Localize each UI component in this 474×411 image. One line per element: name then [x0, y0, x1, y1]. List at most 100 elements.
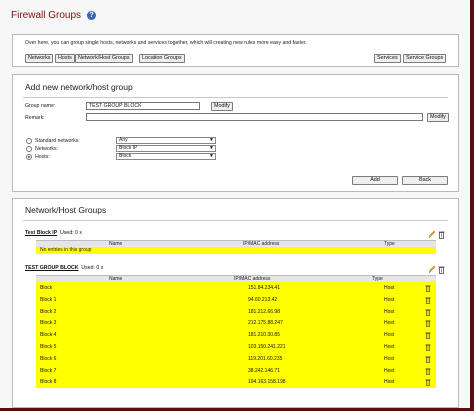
row-type: Host [384, 320, 395, 327]
trash-icon[interactable] [438, 230, 445, 239]
divider [23, 220, 448, 221]
location-groups-button[interactable]: Location Groups [139, 54, 185, 63]
group-table: Name IP/MAC address Type Block 151.84.234… [36, 275, 436, 389]
trash-icon[interactable] [425, 331, 431, 339]
row-name: Block 8 [40, 379, 57, 386]
trash-icon[interactable] [425, 284, 431, 292]
firewall-groups-page: Firewall Groups ? Over here, you can gro… [0, 0, 474, 411]
group-name-input[interactable]: TEST GROUP BLOCK [86, 102, 200, 110]
row-address: 94.60.213.42 [248, 296, 278, 303]
hosts-radio[interactable] [26, 154, 32, 160]
hosts-value: Block [119, 153, 132, 159]
networks-label: Networks: [35, 146, 59, 152]
row-type: Host [384, 367, 395, 374]
hosts-button[interactable]: Hosts [55, 54, 75, 63]
row-address: 151.84.234.41 [248, 285, 280, 291]
trash-icon[interactable] [425, 319, 431, 328]
row-type: Host [384, 296, 395, 303]
add-group-title: Add new network/host group [25, 82, 133, 92]
networks-value: Block IP [119, 145, 138, 151]
trash-icon[interactable] [425, 308, 431, 316]
group-name-link[interactable]: TEST GROUP BLOCK [25, 265, 79, 271]
groups-title: Network/Host Groups [25, 205, 107, 215]
table-header: Name IP/MAC address Type [36, 275, 436, 282]
row-type: Host [384, 308, 395, 315]
row-type: Host [384, 332, 395, 339]
row-name: Block 4 [40, 332, 57, 339]
groups-panel: Network/Host Groups Test Block IP Used: … [12, 198, 459, 408]
table-row: Block 2 181.212.66.98 Host [36, 305, 436, 318]
divider [23, 97, 448, 98]
row-address: 103.150.241.221 [248, 343, 286, 350]
standard-networks-label: Standard networks: [35, 138, 80, 144]
trash-icon[interactable] [425, 296, 431, 304]
hosts-label: Hosts: [35, 154, 50, 160]
row-type: Host [384, 343, 395, 350]
row-address: 212.175.88.247 [248, 320, 283, 327]
hosts-select[interactable]: Block ▼ [116, 153, 216, 160]
row-name: Block 3 [40, 320, 57, 327]
trash-icon[interactable] [425, 343, 431, 351]
intro-panel: Over here, you can group single hosts, n… [12, 34, 459, 67]
trash-icon[interactable] [425, 378, 431, 387]
group-header: TEST GROUP BLOCK Used: 0 x [25, 265, 103, 271]
row-name: Block 5 [40, 343, 57, 350]
group-name-link[interactable]: Test Block IP [25, 230, 57, 236]
title-row: Firewall Groups ? [11, 10, 97, 21]
networks-radio[interactable] [26, 146, 32, 152]
services-button[interactable]: Services [374, 54, 401, 63]
back-button[interactable]: Back [402, 176, 448, 185]
standard-networks-value: Any [119, 137, 128, 143]
chevron-down-icon: ▼ [209, 137, 214, 143]
group-table: Name IP/MAC address Type No entries in t… [36, 240, 436, 254]
table-row: Block 7 38.242.146.71 Host [36, 364, 436, 377]
table-row: Block 6 119.201.60.235 Host [36, 352, 436, 365]
trash-icon[interactable] [425, 367, 431, 375]
remark-input[interactable] [86, 113, 423, 121]
standard-networks-radio[interactable] [26, 138, 32, 144]
add-button[interactable]: Add [352, 176, 398, 185]
table-row: Block 8 194.163.158.198 Host [36, 376, 436, 389]
pencil-icon[interactable] [428, 230, 435, 239]
chevron-down-icon: ▼ [209, 145, 214, 151]
row-name: Block 6 [40, 355, 57, 362]
service-groups-button[interactable]: Service Groups [403, 54, 447, 63]
network-host-groups-button[interactable]: Network/Host Groups [75, 54, 133, 63]
row-name: Block 1 [40, 296, 57, 303]
table-row: Block 1 94.60.213.42 Host [36, 293, 436, 306]
help-icon[interactable]: ? [87, 11, 97, 20]
row-type: Host [384, 285, 395, 291]
row-name: Block 7 [40, 367, 57, 374]
row-name: Block 2 [40, 308, 57, 315]
intro-text: Over here, you can group single hosts, n… [25, 40, 307, 46]
group-header: Test Block IP Used: 0 x [25, 230, 82, 236]
empty-row: No entries in this group [36, 247, 436, 254]
trash-icon[interactable] [425, 355, 431, 363]
table-body: Block 151.84.234.41 Host Block 1 94.60.213.4… [36, 282, 436, 389]
trash-icon[interactable] [438, 265, 445, 274]
row-address: 38.242.146.71 [248, 367, 280, 374]
group-used: Used: 0 x [81, 265, 104, 271]
table-row: Block 5 103.150.241.221 Host [36, 340, 436, 353]
row-address: 194.163.158.198 [248, 379, 286, 386]
add-group-panel: Add new network/host group Group name: T… [12, 74, 459, 192]
chevron-down-icon: ▼ [209, 153, 214, 159]
networks-button[interactable]: Networks [25, 54, 54, 63]
pencil-icon[interactable] [428, 265, 435, 274]
row-address: 119.201.60.235 [248, 355, 283, 362]
networks-select[interactable]: Block IP ▼ [116, 145, 216, 152]
table-row: Block 3 212.175.88.247 Host [36, 317, 436, 330]
modify-remark-button[interactable]: Modify [427, 113, 449, 122]
table-header: Name IP/MAC address Type [36, 240, 436, 247]
group-used: Used: 0 x [60, 230, 83, 236]
standard-networks-select[interactable]: Any ▼ [116, 137, 216, 144]
page-title: Firewall Groups [11, 10, 82, 21]
row-address: 181.210.30.85 [248, 332, 280, 339]
row-address: 181.212.66.98 [248, 308, 280, 315]
row-type: Host [384, 355, 395, 362]
remark-label: Remark: [25, 115, 45, 121]
modify-group-name-button[interactable]: Modify [211, 102, 233, 111]
row-name: Block [40, 285, 53, 291]
table-row: Block 151.84.234.41 Host [36, 282, 436, 294]
group-name-label: Group name: [25, 103, 56, 109]
